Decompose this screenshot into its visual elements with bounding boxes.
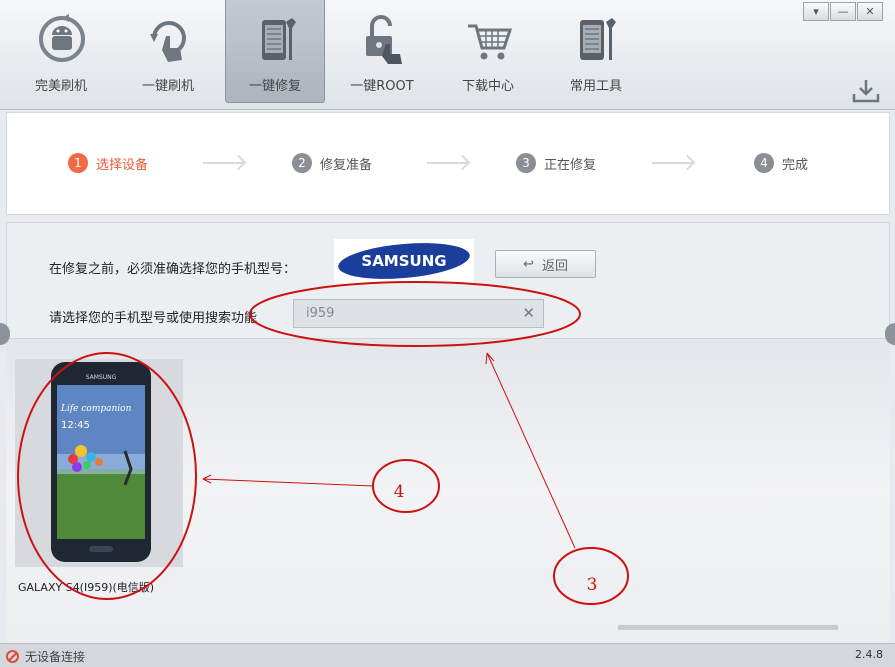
toolbar-item-one-click-root[interactable]: 一键ROOT: [332, 0, 432, 103]
phone-screen-tagline: Life companion: [60, 404, 132, 414]
model-selection-panel: 在修复之前，必须准确选择您的手机型号： SAMSUNG ↩ 返回 请选择您的手机…: [6, 222, 890, 338]
android-refresh-icon: [39, 14, 85, 62]
step-repair-prep: 2 修复准备: [292, 153, 372, 173]
search-prompt: 请选择您的手机型号或使用搜索功能: [49, 311, 258, 326]
step-label: 正在修复: [544, 157, 597, 173]
step-number: 3: [516, 153, 536, 173]
device-name: GALAXY S4(I959)(电信版): [18, 581, 155, 594]
status-text: 无设备连接: [25, 650, 86, 664]
step-label: 完成: [782, 157, 809, 173]
toolbar-label: 下载中心: [461, 79, 514, 94]
step-select-device: 1 选择设备: [68, 153, 148, 173]
toolbar-label: 完美刷机: [34, 79, 87, 94]
horizontal-scrollbar[interactable]: [618, 625, 838, 630]
toolbar-item-common-tools[interactable]: 常用工具: [546, 0, 646, 103]
step-number: 4: [754, 153, 774, 173]
model-prompt: 在修复之前，必须准确选择您的手机型号：: [49, 262, 297, 277]
step-arrow-icon: [427, 162, 467, 164]
shopping-cart-icon: [468, 24, 512, 60]
version-label: 2.4.8: [855, 648, 883, 661]
clear-icon[interactable]: ✕: [522, 300, 535, 327]
search-value: i959: [306, 306, 335, 321]
toolbar-item-perfect-flash[interactable]: 完美刷机: [11, 0, 111, 103]
phone-wrench-icon: [262, 18, 296, 60]
phone-tools-icon: [580, 18, 616, 60]
window-controls: ▾ — ✕: [802, 2, 883, 21]
minimize-button[interactable]: —: [830, 2, 856, 21]
back-button[interactable]: ↩ 返回: [495, 250, 596, 278]
device-card-galaxy-s4[interactable]: SAMSUNG Life companion 12:45: [15, 359, 183, 567]
menu-button[interactable]: ▾: [803, 2, 829, 21]
progress-steps: 1 选择设备 2 修复准备 3 正在修复 4 完成: [6, 112, 890, 215]
main-toolbar: 完美刷机 一键刷机 一键修复 一键ROOT 下载中心 常用工具 ▾ — ✕: [0, 0, 895, 110]
return-arrow-icon: ↩: [523, 256, 534, 272]
phone-screen-clock: 12:45: [61, 420, 90, 431]
step-repairing: 3 正在修复: [516, 153, 596, 173]
toolbar-label: 一键修复: [248, 79, 301, 94]
toolbar-item-download-center[interactable]: 下载中心: [438, 0, 538, 103]
brand-text: SAMSUNG: [361, 252, 446, 270]
step-complete: 4 完成: [754, 153, 808, 173]
no-connection-icon: [6, 650, 19, 663]
toolbar-item-one-click-flash[interactable]: 一键刷机: [118, 0, 218, 103]
step-arrow-icon: [652, 162, 692, 164]
phone-brand-text: SAMSUNG: [86, 374, 117, 381]
touch-refresh-icon: [150, 21, 186, 62]
connection-status: 无设备连接: [6, 648, 85, 665]
toolbar-label: 一键ROOT: [350, 79, 414, 94]
status-bar: 无设备连接 2.4.8: [0, 643, 895, 667]
step-arrow-icon: [203, 162, 243, 164]
model-search-input[interactable]: i959 ✕: [293, 299, 544, 328]
toolbar-label: 一键刷机: [141, 79, 194, 94]
step-number: 2: [292, 153, 312, 173]
unlock-touch-icon: [366, 15, 402, 64]
close-button[interactable]: ✕: [857, 2, 883, 21]
step-label: 修复准备: [320, 157, 373, 173]
toolbar-label: 常用工具: [569, 79, 622, 94]
back-button-label: 返回: [541, 258, 568, 274]
phone-image: SAMSUNG Life companion 12:45: [51, 362, 151, 562]
step-label: 选择设备: [96, 157, 149, 173]
download-icon[interactable]: [852, 78, 880, 104]
samsung-logo: SAMSUNG: [334, 239, 474, 283]
toolbar-item-one-click-repair[interactable]: 一键修复: [225, 0, 325, 103]
step-number: 1: [68, 153, 88, 173]
